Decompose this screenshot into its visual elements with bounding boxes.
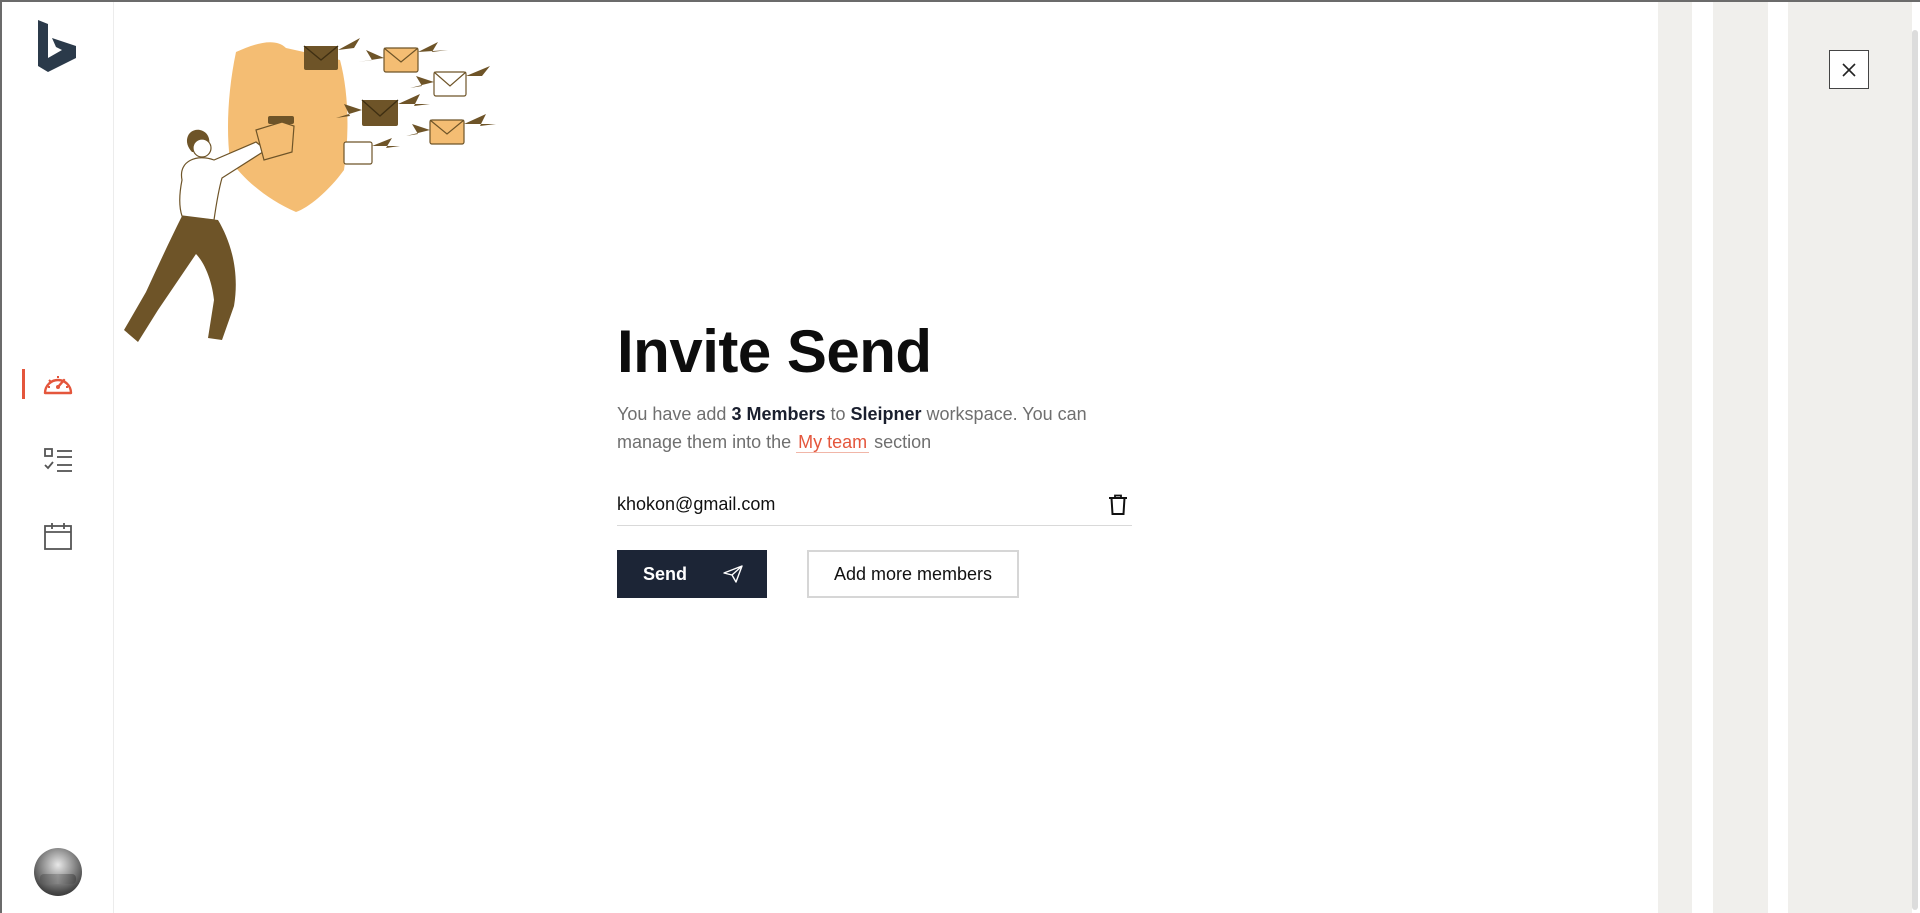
desc-to: to (825, 404, 851, 424)
workspace-name: Sleipner (850, 404, 922, 424)
desc-suffix: section (869, 432, 932, 452)
email-field[interactable] (617, 494, 1057, 515)
page-title: Invite Send (617, 318, 932, 385)
active-indicator (22, 369, 25, 399)
sidebar-item-tasks[interactable] (2, 438, 114, 482)
bing-logo-icon[interactable] (36, 20, 80, 72)
trash-icon (1109, 494, 1127, 515)
person-figure (124, 116, 295, 342)
background-stripe (1788, 2, 1912, 913)
invite-illustration (124, 38, 498, 342)
action-buttons: Send Add more members (617, 550, 1137, 598)
scrollbar[interactable] (1912, 30, 1918, 910)
background-stripe (1713, 2, 1768, 913)
sidebar-item-calendar[interactable] (2, 514, 114, 558)
sidebar-item-dashboard[interactable] (2, 362, 114, 406)
desc-prefix: You have add (617, 404, 732, 424)
invite-description: You have add 3 Members to Sleipner works… (617, 400, 1097, 456)
invite-content: Invite Send You have add 3 Members to Sl… (617, 316, 1137, 598)
delete-email-button[interactable] (1106, 493, 1130, 517)
close-button[interactable] (1829, 50, 1869, 89)
send-button[interactable]: Send (617, 550, 767, 598)
tasks-checklist-icon (44, 448, 72, 472)
calendar-icon (44, 523, 72, 550)
my-team-link[interactable]: My team (796, 432, 870, 453)
sidebar (2, 2, 114, 913)
send-button-label: Send (643, 563, 688, 584)
background-stripe (1658, 2, 1692, 913)
dashboard-gauge-icon (43, 376, 73, 395)
close-icon (1842, 62, 1856, 77)
members-count: 3 Members (731, 404, 826, 424)
email-row (617, 484, 1132, 526)
send-paper-plane-icon (723, 565, 743, 583)
user-avatar[interactable] (34, 848, 82, 896)
add-more-members-button[interactable]: Add more members (807, 550, 1019, 598)
